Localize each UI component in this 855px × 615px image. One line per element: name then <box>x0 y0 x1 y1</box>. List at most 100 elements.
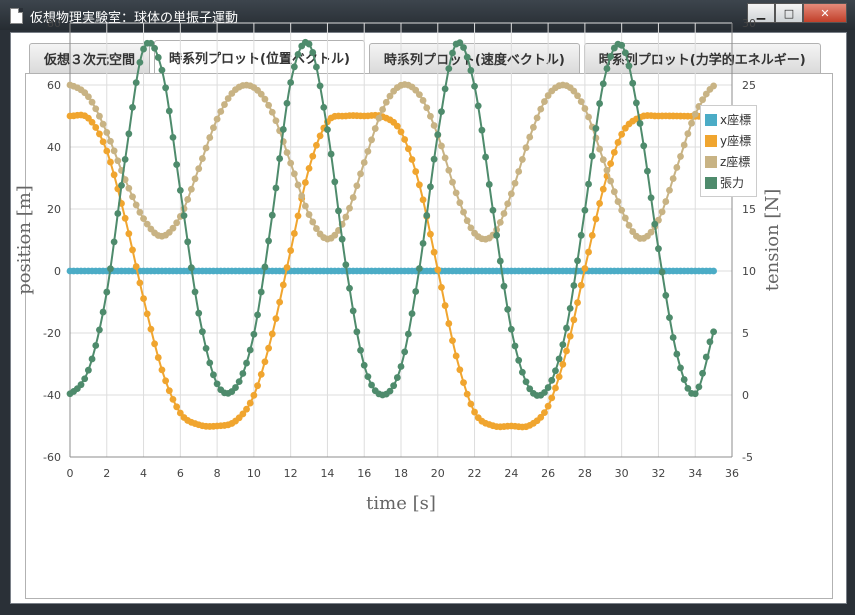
data-point-tension <box>151 44 158 52</box>
x-tick-label: 36 <box>725 467 739 480</box>
data-point-y <box>548 394 556 402</box>
data-point-x <box>710 267 718 275</box>
data-point-z <box>673 164 681 171</box>
data-point-z <box>684 130 692 138</box>
data-point-z <box>268 108 276 116</box>
data-point-z <box>210 124 217 132</box>
legend-label-tension: 張力 <box>720 176 745 190</box>
data-point-tension <box>566 304 574 312</box>
data-point-z <box>360 159 368 166</box>
data-point-y <box>125 230 133 238</box>
data-point-tension <box>588 152 596 160</box>
legend-item-y: y座標 <box>705 130 752 151</box>
data-point-y <box>599 185 607 193</box>
y-tick-label: -40 <box>43 389 61 402</box>
y-tick-label: -60 <box>43 451 61 464</box>
data-point-tension <box>92 342 100 349</box>
data-point-y <box>132 263 140 270</box>
data-point-tension <box>680 376 688 383</box>
y2-tick-label: 0 <box>742 389 749 402</box>
data-point-tension <box>180 212 188 220</box>
data-point-y <box>250 391 258 399</box>
data-point-tension <box>522 378 530 386</box>
data-point-z <box>301 202 309 210</box>
y2-tick-label: -5 <box>742 451 753 464</box>
data-point-z <box>581 105 589 112</box>
data-point-y <box>588 231 596 239</box>
data-point-tension <box>316 82 324 90</box>
legend-label-z: z座標 <box>720 155 751 169</box>
data-point-tension <box>489 206 497 214</box>
data-point-z <box>342 213 350 221</box>
data-point-tension <box>338 235 346 243</box>
data-point-z <box>710 82 718 90</box>
data-point-z <box>298 192 306 200</box>
data-point-tension <box>592 125 600 132</box>
data-point-z <box>507 190 515 198</box>
legend-item-z: z座標 <box>705 151 752 172</box>
data-point-tension <box>570 282 578 289</box>
data-point-z <box>596 145 603 153</box>
data-point-y <box>427 230 434 238</box>
data-point-tension <box>103 288 111 296</box>
data-point-tension <box>463 53 471 61</box>
data-point-y <box>107 158 114 166</box>
data-point-z <box>662 198 670 205</box>
legend-swatch-y <box>705 134 717 147</box>
data-point-z <box>511 179 519 187</box>
data-point-y <box>136 279 144 287</box>
data-point-z <box>364 147 372 155</box>
data-point-tension <box>651 220 659 228</box>
data-point-z <box>603 166 611 174</box>
data-point-y <box>268 330 276 338</box>
data-point-y <box>393 122 401 130</box>
data-point-y <box>103 147 111 155</box>
data-point-tension <box>283 99 291 107</box>
data-point-tension <box>81 375 89 383</box>
y2-tick-label: 25 <box>742 79 756 92</box>
data-point-z <box>191 175 199 183</box>
x-tick-label: 22 <box>468 467 482 480</box>
y2-tick-label: 15 <box>742 203 756 216</box>
data-point-z <box>261 95 269 103</box>
data-point-z <box>114 157 122 165</box>
data-point-z <box>530 123 537 131</box>
y2-tick-label: 5 <box>742 327 749 340</box>
data-point-z <box>96 112 103 120</box>
data-point-z <box>346 204 353 212</box>
data-point-tension <box>467 67 475 74</box>
data-point-tension <box>290 63 298 71</box>
data-point-tension <box>169 133 177 141</box>
data-point-tension <box>699 369 706 377</box>
x-tick-label: 10 <box>247 467 261 480</box>
data-point-tension <box>706 338 714 346</box>
data-point-tension <box>136 58 144 66</box>
data-point-tension <box>213 380 221 388</box>
data-point-tension <box>507 325 515 333</box>
x-tick-label: 0 <box>67 467 74 480</box>
data-point-y <box>265 344 272 352</box>
data-point-tension <box>250 330 258 338</box>
data-point-tension <box>272 184 280 192</box>
data-point-tension <box>309 49 317 56</box>
data-point-y <box>246 399 254 407</box>
data-point-y <box>316 132 324 140</box>
data-point-tension <box>636 120 644 127</box>
y-axis-title: position [m] <box>14 185 35 295</box>
data-point-tension <box>265 237 272 245</box>
data-point-tension <box>647 194 655 202</box>
chart-panel: 0 2 4 6 8 10 12 14 16 18 20 22 24 26 28 30 32 34 36 80 60 40 2… <box>14 17 833 599</box>
data-point-tension <box>662 292 670 299</box>
client-area: 仮想３次元空間 時系列プロット(位置ベクトル) 時系列プロット(速度ベクトル) … <box>10 17 847 604</box>
data-point-tension <box>132 79 140 87</box>
data-point-z <box>504 200 512 208</box>
data-point-z <box>202 144 210 152</box>
close-button[interactable]: ✕ <box>803 3 847 23</box>
x-tick-label: 4 <box>140 467 147 480</box>
data-point-z <box>357 170 364 178</box>
legend-swatch-tension <box>705 176 717 189</box>
data-point-y <box>412 168 420 175</box>
data-point-y <box>272 315 280 323</box>
series-line-z <box>69 83 715 241</box>
data-point-y <box>290 230 298 237</box>
